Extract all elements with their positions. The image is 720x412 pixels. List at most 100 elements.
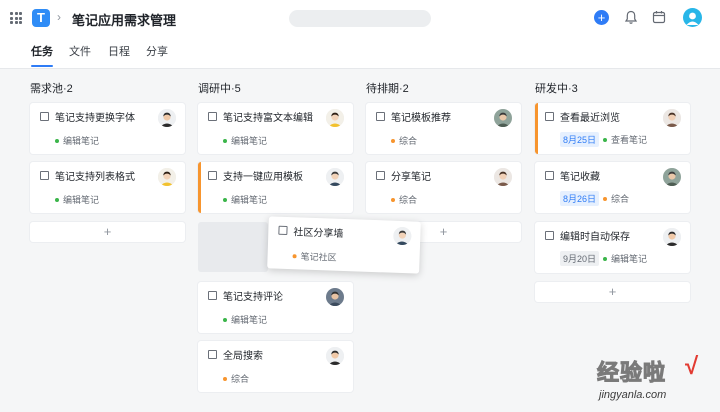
app-logo[interactable]: T [32, 9, 50, 27]
task-checkbox[interactable] [208, 291, 217, 300]
task-title: 社区分享墙 [293, 227, 344, 240]
task-card[interactable]: 笔记收藏 8月26日 综合 [535, 162, 690, 213]
task-card[interactable]: 支持一键应用模板 编辑笔记 [198, 162, 353, 213]
task-title: 分享笔记 [391, 172, 431, 183]
task-tag: 编辑笔记 [55, 193, 99, 206]
due-date: 9月20日 [560, 251, 600, 266]
task-checkbox[interactable] [545, 231, 554, 240]
assignee-avatar[interactable] [326, 109, 344, 127]
tag-dot-icon [391, 138, 395, 143]
dragging-task-card[interactable]: 社区分享墙 笔记社区 [267, 216, 421, 274]
task-card[interactable]: 笔记支持评论 编辑笔记 [198, 282, 353, 333]
task-checkbox[interactable] [208, 171, 217, 180]
task-tag: 编辑笔记 [223, 193, 267, 206]
task-tag: 编辑笔记 [223, 313, 267, 326]
task-card[interactable]: 分享笔记 综合 [366, 162, 521, 213]
task-checkbox[interactable] [40, 171, 49, 180]
chevron-right-icon: › [57, 10, 61, 24]
task-title: 笔记支持更换字体 [55, 113, 135, 124]
tag-dot-icon [292, 253, 297, 258]
task-checkbox[interactable] [208, 112, 217, 121]
assignee-avatar[interactable] [494, 109, 512, 127]
tab-share[interactable]: 分享 [146, 43, 168, 59]
task-tag: 综合 [391, 193, 417, 206]
task-card[interactable]: 查看最近浏览 8月25日 查看笔记 [535, 103, 690, 154]
task-tag: 8月25日 查看笔记 [560, 132, 647, 147]
column-title-backlog: 需求池·2 [30, 83, 73, 95]
calendar-icon[interactable] [652, 10, 666, 24]
task-card[interactable]: 全局搜索 综合 [198, 341, 353, 392]
task-title: 笔记收藏 [560, 172, 600, 183]
add-button[interactable]: + [594, 10, 609, 25]
due-date: 8月25日 [560, 132, 600, 147]
tag-dot-icon [55, 138, 59, 143]
task-title: 笔记支持评论 [223, 292, 283, 303]
project-title[interactable]: 笔记应用需求管理 [72, 10, 176, 29]
tag-dot-icon [223, 197, 227, 202]
assignee-avatar[interactable] [158, 168, 176, 186]
task-checkbox[interactable] [376, 112, 385, 121]
assignee-avatar[interactable] [158, 109, 176, 127]
task-title: 编辑时自动保存 [560, 232, 630, 243]
bell-icon[interactable] [624, 10, 638, 25]
task-title: 全局搜索 [223, 351, 263, 362]
task-checkbox[interactable] [208, 350, 217, 359]
tag-dot-icon [223, 317, 227, 322]
checkmark-icon: √ [685, 353, 699, 380]
column-title-scheduled: 待排期·2 [366, 83, 409, 95]
task-card[interactable]: 笔记支持富文本编辑 编辑笔记 [198, 103, 353, 154]
task-card[interactable]: 笔记支持列表格式 编辑笔记 [30, 162, 185, 213]
active-tab-indicator [31, 65, 53, 67]
tag-dot-icon [55, 197, 59, 202]
task-card[interactable]: 笔记模板推荐 综合 [366, 103, 521, 154]
task-title: 笔记模板推荐 [391, 113, 451, 124]
task-tag: 8月26日 综合 [560, 191, 629, 206]
tag-dot-icon [223, 138, 227, 143]
add-task-button[interactable]: + [30, 222, 185, 242]
assignee-avatar[interactable] [663, 228, 681, 246]
task-title: 笔记支持列表格式 [55, 172, 135, 183]
tab-tasks[interactable]: 任务 [31, 43, 53, 59]
task-card[interactable]: 笔记支持更换字体 编辑笔记 [30, 103, 185, 154]
assignee-avatar[interactable] [393, 226, 412, 246]
drop-placeholder [198, 222, 268, 272]
search-bar[interactable] [289, 10, 431, 27]
tag-dot-icon [603, 256, 608, 261]
tag-dot-icon [603, 137, 608, 142]
task-tag: 笔记社区 [292, 249, 337, 264]
watermark-url: jingyanla.com [599, 389, 667, 401]
tag-dot-icon [223, 376, 227, 381]
assignee-avatar[interactable] [326, 168, 344, 186]
watermark: 经验啦 √ jingyanla.com [596, 353, 707, 405]
top-bar: T › 笔记应用需求管理 + 任务 文件 日程 分享 [0, 0, 720, 69]
task-title: 笔记支持富文本编辑 [223, 113, 313, 124]
column-title-developing: 研发中·3 [535, 83, 578, 95]
task-checkbox[interactable] [545, 112, 554, 121]
watermark-text: 经验啦 [596, 360, 667, 386]
add-task-button[interactable]: + [535, 282, 690, 302]
due-date: 8月26日 [560, 191, 600, 206]
assignee-avatar[interactable] [326, 347, 344, 365]
assignee-avatar[interactable] [663, 168, 681, 186]
tag-dot-icon [391, 197, 395, 202]
task-checkbox[interactable] [278, 225, 288, 236]
task-title: 支持一键应用模板 [223, 172, 303, 183]
app-grid-icon[interactable] [10, 12, 22, 24]
column-title-research: 调研中·5 [198, 83, 241, 95]
user-avatar[interactable] [683, 8, 702, 27]
tab-schedule[interactable]: 日程 [108, 43, 130, 59]
assignee-avatar[interactable] [326, 288, 344, 306]
task-tag: 综合 [391, 134, 417, 147]
task-checkbox[interactable] [40, 112, 49, 121]
task-tag: 编辑笔记 [55, 134, 99, 147]
assignee-avatar[interactable] [663, 109, 681, 127]
task-card[interactable]: 编辑时自动保存 9月20日 编辑笔记 [535, 222, 690, 273]
task-tag: 编辑笔记 [223, 134, 267, 147]
task-checkbox[interactable] [376, 171, 385, 180]
assignee-avatar[interactable] [494, 168, 512, 186]
task-tag: 综合 [223, 372, 249, 385]
tag-dot-icon [603, 196, 608, 201]
task-checkbox[interactable] [545, 171, 554, 180]
task-tag: 9月20日 编辑笔记 [560, 251, 647, 266]
tab-files[interactable]: 文件 [69, 43, 91, 59]
